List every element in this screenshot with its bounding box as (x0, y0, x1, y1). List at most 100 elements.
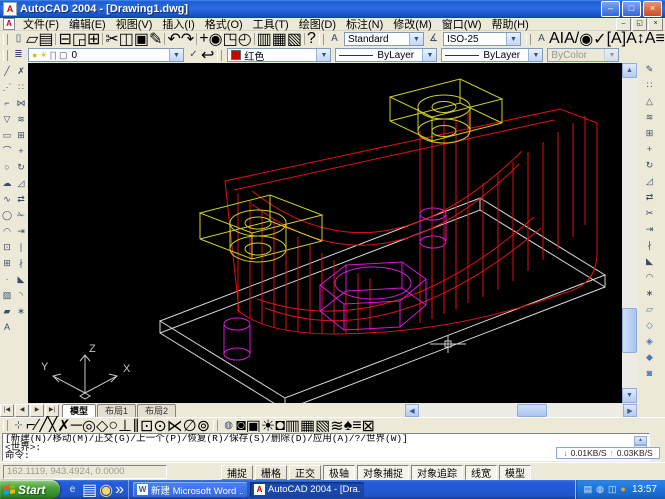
extend-3d-button[interactable]: ⇥ (643, 223, 656, 236)
copy-clip-button[interactable]: ◫ (119, 31, 134, 47)
minimize-button[interactable]: – (601, 1, 620, 17)
make-object-layer-current-button[interactable]: ✓ (186, 48, 201, 62)
close-button[interactable]: × (643, 1, 662, 17)
revision-cloud-button[interactable]: ☁ (1, 177, 14, 190)
tray-messenger[interactable]: ● (621, 485, 626, 494)
construction-line-button[interactable]: ⋰ (1, 81, 14, 94)
hide-button[interactable]: ◍ (221, 419, 236, 433)
dropdown-arrow-icon[interactable]: ▼ (316, 49, 330, 61)
explode-button[interactable]: ∗ (15, 305, 28, 318)
layer-dropdown[interactable]: ●☀∏▢ 0 ▼ (28, 48, 184, 62)
maximize-button[interactable]: □ (622, 1, 641, 17)
text-style-manager-button[interactable]: A (327, 32, 342, 46)
internet-explorer-button[interactable]: e (65, 483, 80, 497)
shade-2d-wireframe-button[interactable]: ▱ (643, 303, 656, 316)
menu-item-5[interactable]: 工具(T) (248, 16, 294, 32)
media-player-button[interactable]: ◉ (99, 480, 113, 499)
layer-properties-manager-button[interactable]: ≣ (11, 48, 26, 62)
dim-style-dropdown[interactable]: ISO-25▼ (443, 32, 521, 46)
tool-palettes-button[interactable]: ▧ (287, 31, 302, 47)
erase-button[interactable]: ✗ (15, 65, 28, 78)
plot-button[interactable]: ⊟ (58, 31, 71, 47)
horizontal-scroll-track[interactable] (419, 404, 623, 417)
text-style-dialog-button[interactable]: [A] (607, 31, 627, 47)
move-3d-button[interactable]: + (643, 143, 656, 156)
mtext-draw-button[interactable]: A (1, 321, 14, 334)
arc-button[interactable]: ⌒ (1, 145, 14, 158)
extend-button[interactable]: ⇥ (15, 225, 28, 238)
vertical-scrollbar[interactable]: ▲ ▼ (622, 63, 637, 403)
menu-item-7[interactable]: 标注(N) (341, 16, 388, 32)
rectangle-button[interactable]: ▭ (1, 129, 14, 142)
toolbar-grip[interactable] (319, 34, 324, 45)
menu-item-8[interactable]: 修改(M) (388, 16, 437, 32)
vertical-scroll-track[interactable] (622, 78, 637, 388)
circle-button[interactable]: ○ (1, 161, 14, 174)
trim-button[interactable]: ✁ (15, 209, 28, 222)
tray-update[interactable]: ◍ (596, 485, 604, 494)
scale-button[interactable]: ◿ (15, 177, 28, 190)
justify-text-button[interactable]: A≡ (645, 31, 665, 47)
designcenter-button[interactable]: ▦ (272, 31, 287, 47)
spline-button[interactable]: ∿ (1, 193, 14, 206)
spell-check-button[interactable]: ✓ (593, 31, 606, 47)
status-toggle-polar[interactable]: 极轴 (323, 465, 355, 480)
hatch-button[interactable]: ▨ (1, 289, 14, 302)
shade-gouraud-button[interactable]: ◙ (643, 367, 656, 380)
show-desktop-button[interactable]: ▤ (82, 480, 97, 499)
toolbar-grip[interactable] (526, 34, 531, 45)
single-line-text-button[interactable]: AI (549, 31, 564, 47)
shade-flat-button[interactable]: ◆ (643, 351, 656, 364)
doc-restore-button[interactable]: ◱ (632, 18, 647, 31)
array-button[interactable]: ⊞ (15, 129, 28, 142)
status-toggle-model[interactable]: 模型 (499, 465, 531, 480)
properties-button[interactable]: ▥ (257, 31, 272, 47)
zoom-window-button[interactable]: ◳ (223, 31, 238, 47)
open-button[interactable]: ▱ (26, 31, 38, 47)
horizontal-scroll-thumb[interactable] (517, 404, 547, 417)
copy-object-button[interactable]: ∷ (15, 81, 28, 94)
scroll-down-button[interactable]: ▼ (622, 388, 637, 403)
region-button[interactable]: ▰ (1, 305, 14, 318)
chamfer-3d-button[interactable]: ◣ (643, 255, 656, 268)
mtext-button[interactable]: A (534, 32, 549, 46)
status-toggle-ortho[interactable]: 正交 (289, 465, 321, 480)
doc-minimize-button[interactable]: – (616, 18, 631, 31)
mirror-3d-button[interactable]: △ (643, 95, 656, 108)
menu-item-9[interactable]: 窗口(W) (437, 16, 487, 32)
status-toggle-grid[interactable]: 栅格 (255, 465, 287, 480)
scroll-left-button[interactable]: ◀ (405, 404, 419, 417)
tray-input-indicator[interactable]: ▤ (584, 485, 593, 494)
move-button[interactable]: + (15, 145, 28, 158)
break-3d-button[interactable]: ∤ (643, 239, 656, 252)
lineweight-dropdown[interactable]: ByLayer ▼ (441, 48, 543, 62)
dropdown-arrow-icon[interactable]: ▼ (528, 49, 542, 61)
vertical-scroll-thumb[interactable] (622, 308, 637, 353)
paste-button[interactable]: ▣ (134, 31, 149, 47)
command-input-area[interactable]: [新建(N)/移动(M)/正交(G)/上一个(P)/恢复(R)/保存(S)/删除… (2, 433, 650, 461)
align-button[interactable]: ◿ (643, 175, 656, 188)
edit-text-button[interactable]: A/ (564, 31, 579, 47)
save-button[interactable]: ▤ (38, 31, 53, 47)
offset-3d-button[interactable]: ≋ (643, 111, 656, 124)
break-at-point-button[interactable]: ∣ (15, 241, 28, 254)
dropdown-arrow-icon[interactable]: ▼ (506, 33, 520, 45)
tray-network[interactable]: ◫ (608, 485, 617, 494)
scroll-up-button[interactable]: ▲ (622, 63, 637, 78)
menu-item-6[interactable]: 绘图(D) (294, 16, 341, 32)
shade-hidden-button[interactable]: ◈ (643, 335, 656, 348)
menu-item-0[interactable]: 文件(F) (18, 16, 64, 32)
mirror-button[interactable]: ⋈ (15, 97, 28, 110)
taskbar-task-word[interactable]: W新建 Microsoft Word ... (133, 482, 247, 497)
menu-item-2[interactable]: 视图(V) (111, 16, 158, 32)
toolbar-grip[interactable] (213, 420, 218, 431)
color-dropdown[interactable]: 红色 ▼ (227, 48, 331, 62)
cut-button[interactable]: ✂ (105, 31, 118, 47)
text-style-dropdown[interactable]: Standard▼ (344, 32, 424, 46)
match-properties-button[interactable]: ✎ (149, 31, 162, 47)
toolbar-grip[interactable] (217, 50, 222, 61)
start-button[interactable]: Start (0, 480, 60, 499)
stretch-button[interactable]: ⇄ (15, 193, 28, 206)
menu-item-4[interactable]: 格式(O) (200, 16, 248, 32)
chamfer-button[interactable]: ◣ (15, 273, 28, 286)
